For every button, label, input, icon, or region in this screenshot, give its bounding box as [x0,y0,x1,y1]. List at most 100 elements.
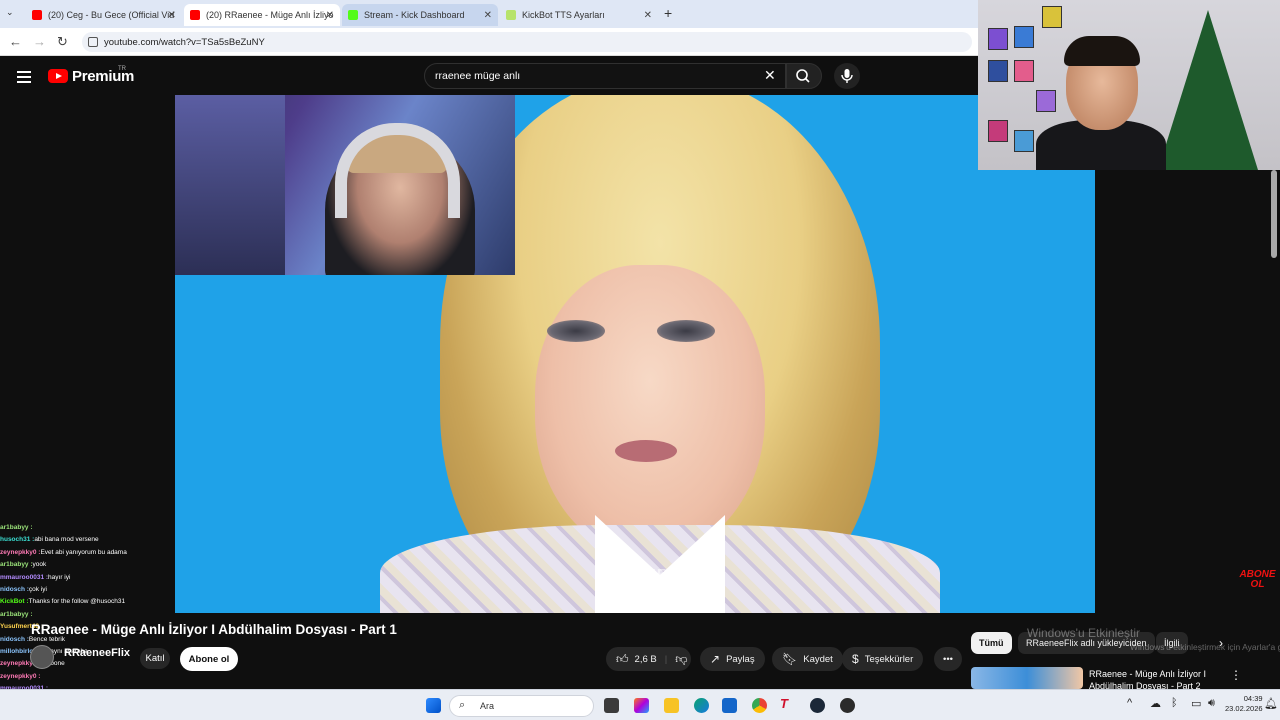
chat-username[interactable]: nidosch : [0,636,29,643]
obs-icon[interactable] [840,698,855,713]
right-dark-pane [1095,170,1280,613]
clock-time: 04:39 [1243,694,1263,703]
youtube-logo-icon[interactable] [48,69,68,83]
wall-poster [988,28,1008,50]
wall-poster [1014,60,1034,82]
clock-date: 23.02.2026 [1225,704,1263,713]
url-text: youtube.com/watch?v=TSa5sBeZuNY [104,36,265,48]
chat-message: zeynepkky0 :Evet abi yanıyorum bu adama [0,547,176,559]
abone-ol-badge: ABONE OL [1239,569,1276,590]
thumbs-up-icon: 👍︎ [616,651,629,666]
share-arrow-icon: ↗ [710,652,721,666]
tab-kickbot-tts[interactable]: KickBot TTS Ayarları ✕ [500,4,658,26]
recommended-more-icon[interactable]: ⋮ [1230,668,1242,682]
wall-poster [1036,90,1056,112]
chat-username[interactable]: ar1babyy : [0,561,33,568]
chip-all[interactable]: Tümü [971,632,1012,654]
task-view-icon[interactable] [604,698,619,713]
chat-message: KickBot :Thanks for the follow @husoch31 [0,596,176,608]
taskbar-search-placeholder: Ara [480,701,495,711]
search-value: rraenee müge anlı [435,70,521,82]
windows-taskbar: ⌕ Ara T ^ ☁ ᛒ ▭ 🔊︎ 04:39 23.02.2026 🔔︎ [0,689,1280,720]
bluetooth-icon[interactable]: ᛒ [1171,697,1178,709]
save-label: Kaydet [803,653,833,665]
tab-label: Stream - Kick Dashboard [364,10,465,20]
thanks-label: Teşekkürler [864,653,914,665]
facecam-shelf [175,95,285,275]
more-icon: ••• [943,653,953,665]
file-explorer-icon[interactable] [664,698,679,713]
channel-avatar[interactable] [30,645,54,669]
chat-message: ar1babyy : [0,522,176,534]
recommended-thumbnail[interactable] [971,667,1083,689]
tray-chevron-icon[interactable]: ^ [1127,697,1132,709]
video-frame-lips [615,440,677,462]
kickbot-favicon-icon [506,10,516,20]
subscribe-button[interactable]: Abone ol [180,647,238,671]
webcam-overlay [978,0,1280,170]
close-tab-icon[interactable]: ✕ [326,10,334,21]
close-tab-icon[interactable]: ✕ [644,10,652,21]
app-t-icon[interactable]: T [780,696,795,711]
page-scrollbar[interactable] [1271,170,1277,258]
thanks-button[interactable]: $ Teşekkürler [842,647,924,671]
site-info-icon[interactable] [88,37,98,47]
search-button[interactable] [786,63,822,89]
region-code: TR [118,66,126,72]
tab-label: (20) RRaenee - Müge Anlı İzliyo [206,10,334,20]
chat-message: nidosch :çok iyi [0,584,176,596]
chat-username[interactable]: zeynepkky0 : [0,673,40,680]
youtube-header: Premium TR rraenee müge anlı ✕ [0,57,978,95]
windows-start-icon[interactable] [426,698,441,713]
chat-username[interactable]: KickBot : [0,598,29,605]
channel-name[interactable]: RRaeneeFlix [64,647,130,659]
new-tab-button[interactable]: + [664,5,672,21]
chat-username[interactable]: ar1babyy : [0,611,33,618]
chat-username[interactable]: zeynepkky0 : [0,549,40,556]
bookmark-icon: 🔖︎ [782,652,798,666]
more-actions-button[interactable]: ••• [934,647,962,671]
chrome-icon[interactable] [752,698,767,713]
save-button[interactable]: 🔖︎ Kaydet [772,647,843,671]
video-frame-face [535,265,765,555]
steam-icon[interactable] [810,698,825,713]
chat-message: mmauroo0031 :hayır iyi [0,572,176,584]
taskbar-clock[interactable]: 04:39 23.02.2026 [1225,694,1263,714]
thumbs-down-icon[interactable]: 👎︎ [675,652,687,667]
volume-icon[interactable]: 🔊︎ [1208,697,1215,710]
video-watermark: NEEFLIX [623,566,694,583]
tab-rraenee-muge-anli[interactable]: (20) RRaenee - Müge Anlı İzliyo ✕ [184,4,340,26]
tab-label: (20) Ceg - Bu Gece (Official Vid [48,10,175,20]
chat-text: Evet abi yanıyorum bu adama [40,548,127,556]
edge-icon[interactable] [694,698,709,713]
wall-poster [988,120,1008,142]
chat-text: yook [32,561,47,569]
voice-search-button[interactable] [834,63,860,89]
store-icon[interactable] [722,698,737,713]
copilot-icon[interactable] [634,698,649,713]
tab-kick-dashboard[interactable]: Stream - Kick Dashboard ✕ [342,4,498,26]
close-tab-icon[interactable]: ✕ [168,10,176,21]
chat-message: zeynepkky0 : [0,671,176,683]
taskbar-search[interactable]: ⌕ Ara [449,695,594,717]
reload-icon[interactable]: ↻ [57,34,68,50]
close-tab-icon[interactable]: ✕ [484,10,492,21]
notifications-bell-icon[interactable]: 🔔︎ [1264,697,1278,710]
clear-search-icon[interactable]: ✕ [764,67,776,84]
forward-arrow-icon[interactable]: → [33,34,46,49]
url-field[interactable]: youtube.com/watch?v=TSa5sBeZuNY [82,32,972,52]
chat-username[interactable]: mmauroo0031 : [0,574,48,581]
chat-username[interactable]: nidosch : [0,586,29,593]
chat-username[interactable]: husoch31 : [0,536,34,543]
back-arrow-icon[interactable]: ← [9,34,22,49]
like-button[interactable]: 👍︎ 2,6 B | 👎︎ [606,647,692,671]
join-button[interactable]: Katıl [140,648,170,669]
monitor-icon[interactable]: ▭ [1191,697,1201,710]
tab-search-chevron-icon[interactable]: ⌄ [6,7,14,18]
share-button[interactable]: ↗ Paylaş [700,647,765,671]
menu-hamburger-icon[interactable] [17,71,31,86]
search-input[interactable]: rraenee müge anlı [424,63,786,89]
cloud-icon[interactable]: ☁ [1150,697,1161,710]
tab-ceg-bu-gece[interactable]: (20) Ceg - Bu Gece (Official Vid ✕ [26,4,182,26]
chat-username[interactable]: ar1babyy : [0,524,33,531]
